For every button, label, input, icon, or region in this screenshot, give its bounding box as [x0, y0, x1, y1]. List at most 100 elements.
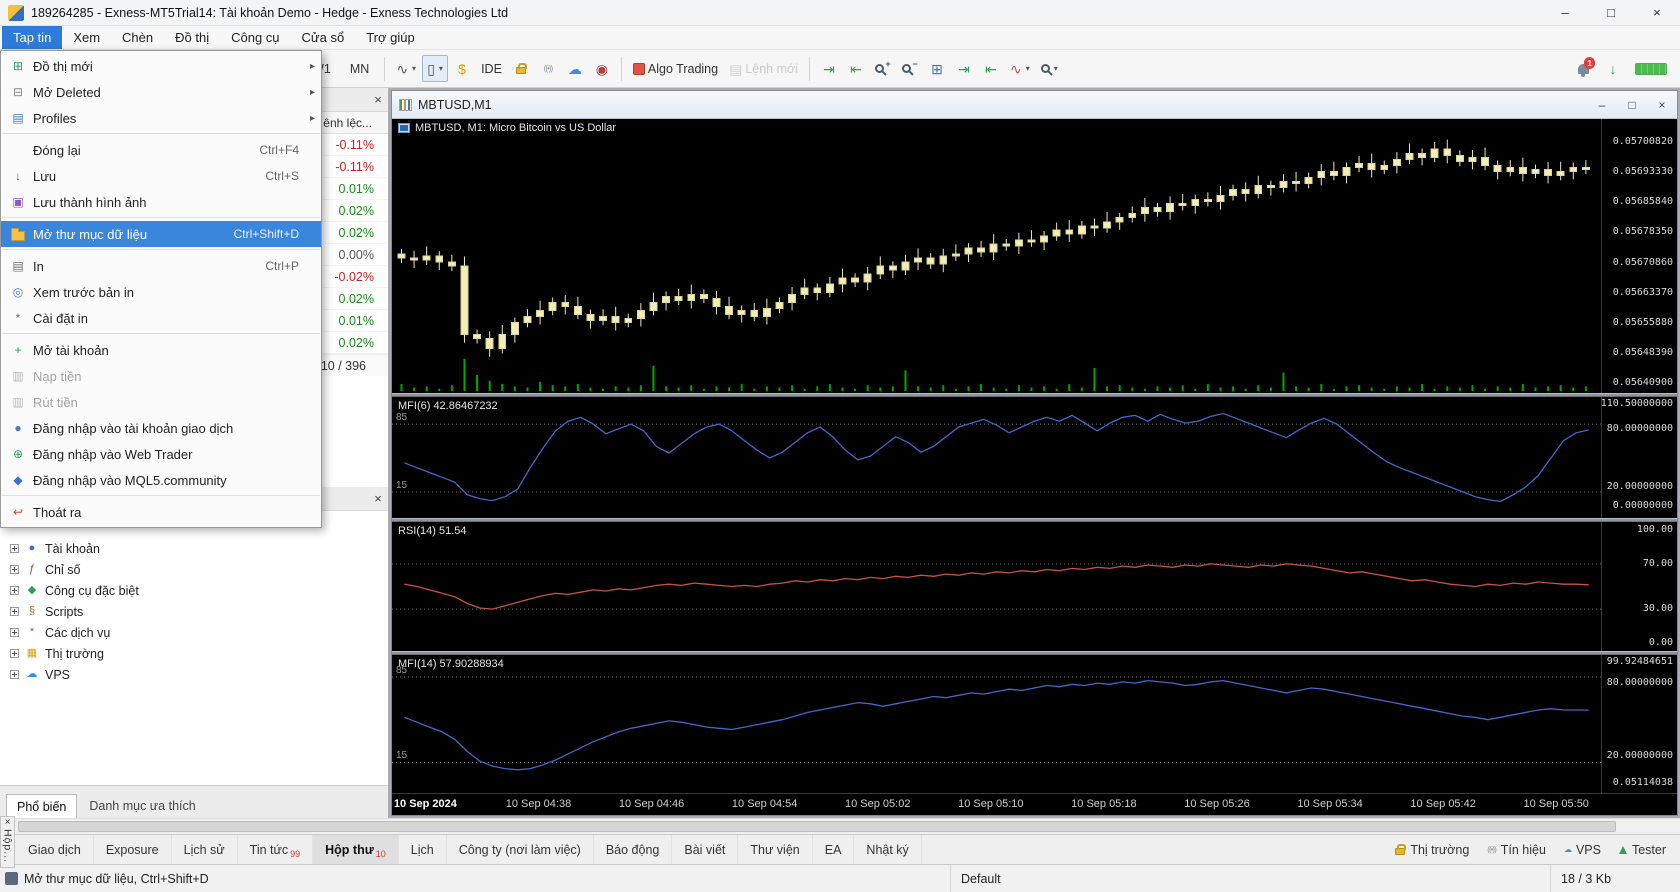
navigator-item-services[interactable]: * Các dịch vụ [0, 622, 388, 643]
toolbox-tab-cong-ty[interactable]: Công ty (nơi làm việc) [447, 835, 594, 864]
price-scale-button[interactable]: ⇥ [816, 55, 842, 82]
lock-button[interactable] [508, 55, 534, 82]
toolbox-tab-tin-tuc[interactable]: Tin tức 99 [238, 835, 314, 864]
zoom-in-button[interactable]: + [870, 55, 896, 82]
toolbox-tab-bao-dong[interactable]: Báo động [594, 835, 673, 864]
toolbox-tab-ea[interactable]: EA [813, 835, 855, 864]
menu-tools[interactable]: Công cụ [220, 26, 290, 49]
expand-plus-icon[interactable] [10, 628, 19, 637]
expand-plus-icon[interactable] [10, 607, 19, 616]
toolbox-tab-bai-viet[interactable]: Bài viết [672, 835, 739, 864]
toolbox-tab-lich-su[interactable]: Lịch sử [172, 835, 238, 864]
connection-status[interactable] [1630, 55, 1672, 82]
menu-item-login-trade-account[interactable]: ● Đăng nhập vào tài khoản giao dịch [1, 415, 321, 441]
navigator-item-vps[interactable]: ☁ VPS [0, 664, 388, 685]
mfi6-plot[interactable]: MFI(6) 42.86467232 85 15 [392, 397, 1601, 518]
equidistant-scale-button[interactable]: ⇤ [843, 55, 869, 82]
horizontal-scrollbar[interactable] [0, 818, 1680, 834]
symbol-search-button[interactable]: ▾ [1036, 55, 1063, 82]
timeframe-mn-button[interactable]: MN [341, 58, 378, 80]
ide-button[interactable]: IDE [476, 55, 507, 82]
signals-status[interactable]: ((•)) Tín hiệu [1487, 843, 1546, 857]
chart-shift-button[interactable]: ⇤ [978, 55, 1004, 82]
market-watch-close-icon[interactable]: × [368, 92, 388, 107]
menu-item-save-as-picture[interactable]: ▣ Lưu thành hình ảnh [1, 189, 321, 215]
toolbox-tab-hop-thu[interactable]: Hộp thư 10 [313, 835, 399, 864]
mfi6-scale[interactable]: 110.50000000 80.00000000 20.00000000 0.0000… [1601, 397, 1677, 518]
chart-minimize-button[interactable]: – [1587, 98, 1617, 112]
navigator-item-indicators[interactable]: ƒ Chỉ số [0, 559, 388, 580]
menu-window[interactable]: Cửa sổ [291, 26, 356, 49]
menu-view[interactable]: Xem [62, 26, 111, 49]
menu-item-new-chart[interactable]: ⊞ Đồ thị mới ▸ [1, 53, 321, 79]
menu-item-print[interactable]: ▤ In Ctrl+P [1, 253, 321, 279]
vps-status[interactable]: ☁ VPS [1564, 843, 1601, 857]
mfi14-plot[interactable]: MFI(14) 57.90288934 85 15 [392, 655, 1601, 793]
menu-file[interactable]: Tap tin [2, 26, 63, 49]
tile-windows-button[interactable]: ⊞ [924, 55, 950, 82]
toolbox-tab-exposure[interactable]: Exposure [94, 835, 172, 864]
window-maximize-button[interactable]: □ [1588, 0, 1634, 25]
navigator-item-scripts[interactable]: § Scripts [0, 601, 388, 622]
menu-item-close-chart[interactable]: Đóng lại Ctrl+F4 [1, 137, 321, 163]
menu-help[interactable]: Trợ giúp [355, 26, 426, 49]
community-button[interactable]: ◉ [589, 55, 615, 82]
window-close-button[interactable]: × [1634, 0, 1680, 25]
toolbox-tab-nhat-ky[interactable]: Nhật ký [854, 835, 922, 864]
navigator-item-expert-advisors[interactable]: ◆ Công cụ đặc biệt [0, 580, 388, 601]
chart-window-titlebar[interactable]: MBTUSD,M1 – □ × [392, 91, 1677, 119]
chart-maximize-button[interactable]: □ [1617, 98, 1647, 112]
window-titlebar[interactable]: 189264285 - Exness-MT5Trial14: Tài khoản… [0, 0, 1680, 26]
menu-item-open-deleted[interactable]: ⊟ Mở Deleted ▸ [1, 79, 321, 105]
expand-plus-icon[interactable] [10, 565, 19, 574]
market-status[interactable]: Thị trường [1395, 843, 1469, 857]
menu-item-print-setup[interactable]: * Cài đặt in [1, 305, 321, 331]
notifications-button[interactable]: 1 [1570, 55, 1596, 82]
line-chart-type-button[interactable]: ∿ ▾ [391, 55, 421, 82]
menu-item-exit[interactable]: ↩ Thoát ra [1, 499, 321, 525]
expand-plus-icon[interactable] [10, 670, 19, 679]
updates-button[interactable]: ↓ [1600, 55, 1626, 82]
auto-scroll-button[interactable]: ⇥ [951, 55, 977, 82]
toolbox-tab-giao-dich[interactable]: Giao dịch [16, 835, 94, 864]
rsi-plot[interactable]: RSI(14) 51.54 [392, 522, 1601, 651]
navigator-close-icon[interactable]: × [368, 491, 388, 506]
navigator-item-market[interactable]: ▦ Thị trường [0, 643, 388, 664]
cloud-button[interactable]: ☁ [562, 55, 588, 82]
menu-item-save[interactable]: ↓ Lưu Ctrl+S [1, 163, 321, 189]
toolbox-tab-thu-vien[interactable]: Thư viện [738, 835, 813, 864]
side-tab-close-icon[interactable]: × [5, 818, 11, 828]
algo-trading-button[interactable]: Algo Trading [628, 55, 723, 82]
time-axis[interactable]: 10 Sep 2024 10 Sep 04:38 10 Sep 04:46 10 Se… [392, 793, 1677, 815]
window-minimize-button[interactable]: – [1542, 0, 1588, 25]
chart-close-button[interactable]: × [1647, 98, 1677, 112]
menu-item-login-web-trader[interactable]: ⊕ Đăng nhập vào Web Trader [1, 441, 321, 467]
price-scale[interactable]: 0.05700820 0.05693330 0.05685840 0.05678350… [1601, 119, 1677, 393]
tab-popular[interactable]: Phổ biến [6, 794, 78, 818]
zoom-out-button[interactable]: − [897, 55, 923, 82]
menu-item-profiles[interactable]: ▤ Profiles ▸ [1, 105, 321, 131]
menu-insert[interactable]: Chèn [111, 26, 164, 49]
expand-plus-icon[interactable] [10, 649, 19, 658]
toolbox-side-tab[interactable]: × Hộp... [0, 816, 15, 868]
menu-item-print-preview[interactable]: ◎ Xem trước bản in [1, 279, 321, 305]
expand-plus-icon[interactable] [10, 544, 19, 553]
tab-favorites[interactable]: Danh mục ưa thích [79, 794, 205, 818]
statusbar-profile[interactable]: Default [950, 865, 1550, 892]
price-plot[interactable]: MBTUSD, M1: Micro Bitcoin vs US Dollar [392, 119, 1601, 393]
navigator-item-accounts[interactable]: ● Tài khoản [0, 538, 388, 559]
menu-item-open-data-folder[interactable]: Mở thư mục dữ liệu Ctrl+Shift+D [1, 221, 321, 247]
indicators-button[interactable]: ∿ ▾ [1005, 55, 1035, 82]
quotes-button[interactable]: $ [449, 55, 475, 82]
menu-item-open-account[interactable]: + Mở tài khoản [1, 337, 321, 363]
mfi14-scale[interactable]: 99.92484651 80.00000000 20.00000000 0.05114… [1601, 655, 1677, 793]
menu-charts[interactable]: Đồ thị [164, 26, 220, 49]
scrollbar-thumb[interactable] [18, 821, 1616, 832]
menu-item-login-mql5-community[interactable]: ◆ Đăng nhập vào MQL5.community [1, 467, 321, 493]
rsi-scale[interactable]: 100.00 70.00 30.00 0.00 [1601, 522, 1677, 651]
expand-plus-icon[interactable] [10, 586, 19, 595]
candle-chart-type-button[interactable]: ▯ ▾ [422, 55, 449, 82]
toolbox-tab-lich[interactable]: Lịch [399, 835, 447, 864]
tester-status[interactable]: Tester [1618, 843, 1666, 857]
signals-button[interactable]: ((•)) [535, 55, 561, 82]
